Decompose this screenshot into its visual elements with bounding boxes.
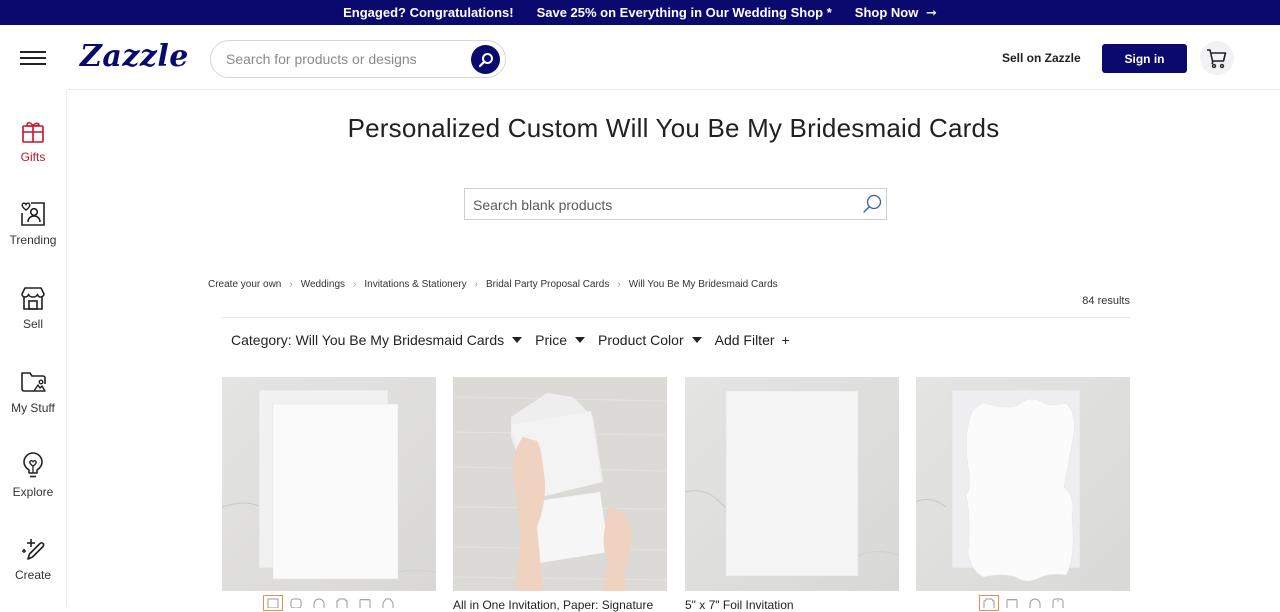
product-card (222, 377, 436, 611)
product-card (916, 377, 1130, 611)
chevron-right-icon: › (617, 279, 621, 290)
sidebar-item-create[interactable]: Create (0, 535, 66, 595)
filter-label: Price (535, 332, 568, 348)
search-icon (478, 52, 493, 67)
blank-products-search-input[interactable] (473, 196, 853, 214)
swatch-octagon[interactable] (379, 596, 397, 610)
filter-label: Category: Will You Be My Bridesmaid Card… (231, 332, 505, 348)
filter-category[interactable]: Category: Will You Be My Bridesmaid Card… (231, 332, 523, 348)
blank-products-search (464, 188, 887, 220)
caret-down-icon (575, 337, 586, 343)
sidebar-item-label: Gifts (20, 150, 46, 164)
promo-banner: Engaged? Congratulations! Save 25% on Ev… (0, 0, 1280, 25)
shape-swatches (979, 595, 1067, 611)
shape-swatches (263, 595, 397, 611)
sell-on-zazzle-link[interactable]: Sell on Zazzle (1002, 51, 1081, 65)
swatch-arch[interactable] (310, 596, 328, 610)
lightbulb-icon (23, 452, 43, 478)
sidebar-item-explore[interactable]: Explore (0, 452, 66, 512)
swatch-bracket[interactable] (979, 595, 999, 611)
sidebar-item-label: Explore (12, 485, 54, 499)
add-filter-button[interactable]: Add Filter + (715, 332, 790, 348)
breadcrumb-link[interactable]: Bridal Party Proposal Cards (486, 279, 609, 290)
product-image[interactable] (453, 377, 667, 591)
arrow-right-icon: ➞ (925, 4, 937, 20)
sidebar-item-my-stuff[interactable]: My Stuff (0, 368, 66, 428)
breadcrumb-link[interactable]: Weddings (301, 279, 345, 290)
sign-in-button[interactable]: Sign in (1102, 44, 1187, 73)
cart-button[interactable] (1200, 41, 1234, 75)
filter-product-color[interactable]: Product Color (598, 332, 702, 348)
cart-icon (1207, 49, 1227, 69)
sidebar-item-sell[interactable]: Sell (0, 284, 66, 344)
pencil-sparkle-icon (22, 539, 45, 560)
swatch-ticket[interactable] (1049, 596, 1067, 610)
filter-divider (221, 317, 1130, 318)
results-count: 84 results (1082, 295, 1130, 307)
zazzle-logo[interactable]: Zazzle (80, 39, 189, 74)
sidebar-item-gifts[interactable]: Gifts (0, 117, 66, 177)
search-icon[interactable] (861, 193, 883, 215)
plus-icon: + (781, 332, 790, 348)
product-title[interactable]: All in One Invitation, Paper: Signature (453, 598, 653, 612)
sidebar-nav: Gifts Trending Sell My Stuff Explore Cre… (0, 90, 67, 606)
storefront-icon (21, 287, 45, 310)
sidebar-item-label: My Stuff (11, 401, 55, 415)
shop-now-link[interactable]: Shop Now ➞ (855, 5, 937, 21)
caret-down-icon (512, 337, 523, 343)
breadcrumb-current: Will You Be My Bridesmaid Cards (628, 279, 778, 290)
product-image[interactable] (222, 377, 436, 591)
filter-label: Product Color (598, 332, 684, 348)
site-header: Zazzle Sell on Zazzle Sign in (0, 25, 1280, 90)
chevron-right-icon: › (289, 279, 293, 290)
sidebar-item-label: Create (14, 568, 52, 582)
caret-down-icon (691, 337, 702, 343)
swatch-scalloped[interactable] (356, 596, 374, 610)
sidebar-item-trending[interactable]: Trending (0, 200, 66, 260)
shop-now-label[interactable]: Shop Now (855, 5, 919, 20)
gift-icon (22, 122, 44, 143)
breadcrumb-link[interactable]: Create your own (208, 279, 281, 290)
product-grid: All in One Invitation, Paper: Signature … (222, 377, 1130, 612)
product-title[interactable]: 5" x 7" Foil Invitation (685, 598, 794, 612)
header-divider (67, 89, 1280, 90)
swatch-arch[interactable] (1026, 596, 1044, 610)
search-button[interactable] (471, 45, 500, 74)
swatch-rectangle[interactable] (263, 595, 283, 611)
swatch-scalloped[interactable] (1003, 596, 1021, 610)
page-title: Personalized Custom Will You Be My Bride… (347, 113, 1000, 143)
filter-label: Add Filter (714, 332, 775, 348)
promo-text-congrats: Engaged? Congratulations! (343, 5, 514, 20)
sidebar-item-label: Sell (22, 317, 43, 331)
promo-text-offer[interactable]: Save 25% on Everything in Our Wedding Sh… (537, 5, 832, 20)
chevron-right-icon: › (474, 279, 478, 290)
product-card: All in One Invitation, Paper: Signature (453, 377, 667, 612)
menu-icon[interactable] (20, 51, 46, 65)
product-image[interactable] (685, 377, 899, 591)
filter-price[interactable]: Price (535, 332, 586, 348)
chevron-right-icon: › (353, 279, 357, 290)
sidebar-item-label: Trending (9, 233, 57, 247)
breadcrumb-link[interactable]: Invitations & Stationery (364, 279, 466, 290)
site-search (210, 40, 506, 78)
site-search-input[interactable] (226, 50, 466, 68)
swatch-bracket[interactable] (333, 596, 351, 610)
product-card: 5" x 7" Foil Invitation (685, 377, 899, 612)
trending-icon (21, 202, 45, 226)
breadcrumb: Create your own › Weddings › Invitations… (208, 279, 778, 290)
product-image[interactable] (916, 377, 1130, 591)
folder-icon (21, 372, 46, 392)
filter-bar: Category: Will You Be My Bridesmaid Card… (231, 332, 803, 348)
swatch-rounded[interactable] (287, 596, 305, 610)
